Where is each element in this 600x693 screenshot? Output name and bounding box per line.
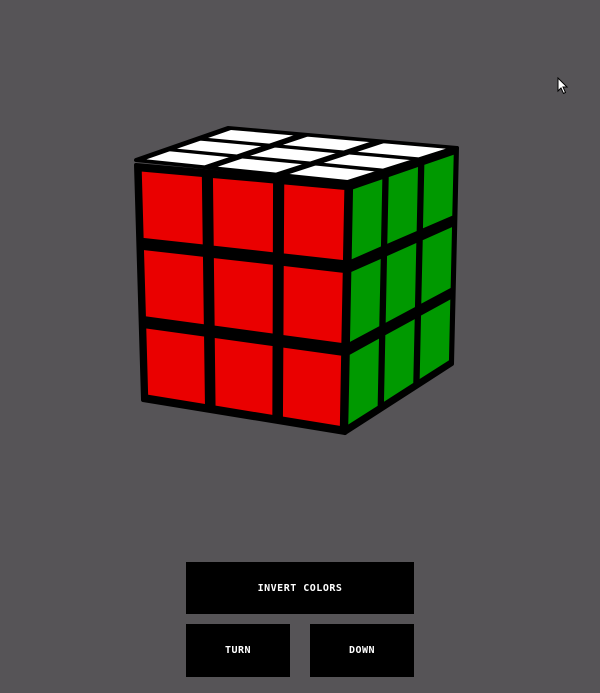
rubiks-cube[interactable] [0, 0, 600, 470]
front-sticker[interactable] [144, 326, 207, 406]
right-sticker[interactable] [385, 165, 420, 246]
front-sticker[interactable] [282, 182, 346, 262]
front-sticker[interactable] [211, 176, 275, 254]
invert-colors-button[interactable]: INVERT COLORS [186, 562, 414, 614]
down-button[interactable]: DOWN [310, 624, 414, 677]
front-sticker[interactable] [212, 256, 275, 336]
right-sticker[interactable] [350, 177, 384, 262]
mouse-pointer-icon [557, 77, 569, 95]
right-sticker[interactable] [421, 152, 456, 231]
front-sticker[interactable] [142, 248, 206, 326]
front-sticker[interactable] [281, 345, 343, 428]
front-sticker[interactable] [281, 264, 345, 345]
front-sticker[interactable] [140, 169, 205, 247]
front-sticker[interactable] [213, 336, 275, 417]
turn-button[interactable]: TURN [186, 624, 290, 677]
